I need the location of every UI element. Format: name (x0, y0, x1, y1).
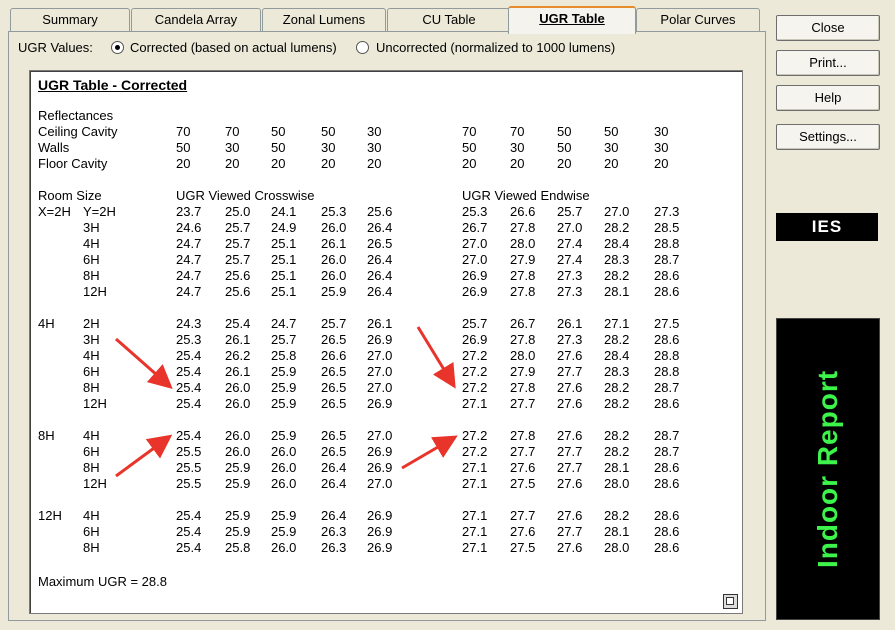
indoor-report-text: Indoor Report (812, 369, 843, 569)
arrow-crosswise-4h (115, 337, 173, 389)
arrow-crosswise-8h (115, 434, 173, 478)
settings-button[interactable]: Settings... (776, 124, 880, 150)
ies-badge: IES (776, 213, 878, 241)
settings-button-label: Settings... (799, 129, 857, 144)
arrow-endwise-8h (401, 435, 458, 470)
indoor-report-banner: Indoor Report (776, 318, 880, 620)
help-button[interactable]: Help (776, 85, 880, 111)
arrow-endwise-4h (416, 326, 456, 389)
print-button[interactable]: Print... (776, 50, 880, 76)
tab-label: UGR Table (539, 11, 605, 26)
close-button[interactable]: Close (776, 15, 880, 41)
tab-ugr-table[interactable]: UGR Table (508, 6, 636, 34)
annotation-arrows (115, 326, 458, 478)
help-button-label: Help (814, 90, 842, 105)
print-button-label: Print... (809, 55, 847, 70)
close-button-label: Close (811, 20, 845, 35)
